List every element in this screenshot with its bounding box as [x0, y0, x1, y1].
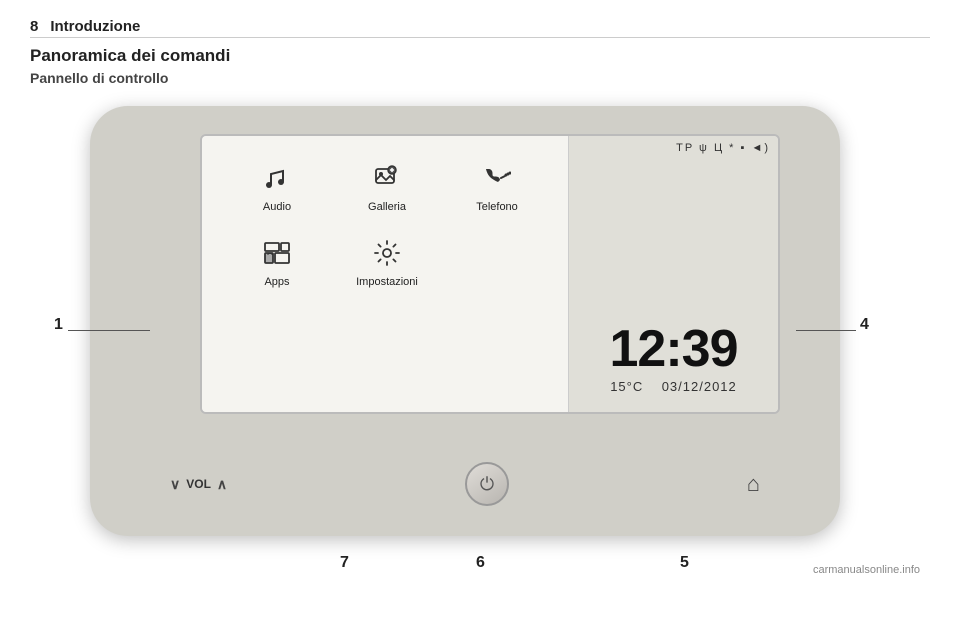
header: 8 Introduzione [30, 18, 930, 35]
device-illustration: 2 3 [40, 96, 920, 576]
device-body: Audio [90, 106, 840, 536]
home-button[interactable]: ⌂ [747, 471, 760, 497]
date-display: 03/12/2012 [662, 379, 737, 394]
vol-down-button[interactable]: ∨ [170, 476, 180, 493]
callout-7: 7 [340, 554, 349, 572]
callout-6: 6 [476, 554, 485, 572]
menu-item-apps[interactable]: Apps [222, 231, 332, 296]
apps-icon [263, 239, 291, 272]
vol-label: VOL [186, 477, 211, 491]
home-icon: ⌂ [747, 471, 760, 496]
header-divider [30, 37, 930, 38]
vol-section: ∨ VOL ∧ [170, 476, 227, 493]
page-number: 8 [30, 18, 38, 35]
power-icon: ⏻ [480, 474, 494, 495]
menu-grid: Audio [222, 156, 552, 296]
impostazioni-label: Impostazioni [356, 276, 418, 288]
telefono-icon [483, 164, 511, 197]
sub-title: Pannello di controllo [30, 70, 930, 86]
page: 8 Introduzione Panoramica dei comandi Pa… [0, 0, 960, 642]
menu-item-impostazioni[interactable]: Impostazioni [332, 231, 442, 296]
impostazioni-icon [373, 239, 401, 272]
callout-1-line [68, 330, 150, 331]
section-title: Panoramica dei comandi [30, 46, 930, 66]
menu-item-telefono[interactable]: Telefono [442, 156, 552, 221]
clock-info: 15°C 03/12/2012 [610, 379, 737, 394]
screen-right-panel: TP ψ Ц * ▪ ◄) 12:39 15°C 03/12/2012 [568, 136, 778, 412]
audio-icon [263, 164, 291, 197]
watermark: carmanualsonline.info [813, 564, 920, 576]
temperature-display: 15°C [610, 379, 643, 394]
callout-1: 1 [54, 316, 63, 334]
callout-4: 4 [860, 316, 869, 334]
status-bar: TP ψ Ц * ▪ ◄) [676, 142, 770, 154]
galleria-icon [373, 164, 401, 197]
vol-up-button[interactable]: ∧ [217, 476, 227, 493]
apps-label: Apps [264, 276, 289, 288]
telefono-label: Telefono [476, 201, 518, 213]
screen-left-panel: Audio [202, 136, 572, 412]
callout-5: 5 [680, 554, 689, 572]
power-button[interactable]: ⏻ [465, 462, 509, 506]
device-screen: Audio [200, 134, 780, 414]
chapter-title: Introduzione [50, 18, 140, 35]
menu-item-galleria[interactable]: Galleria [332, 156, 442, 221]
callout-4-line [796, 330, 856, 331]
menu-item-audio[interactable]: Audio [222, 156, 332, 221]
galleria-label: Galleria [368, 201, 406, 213]
bottom-controls: ∨ VOL ∧ ⏻ ⌂ [90, 462, 840, 506]
clock-display: 12:39 [610, 323, 738, 375]
audio-label: Audio [263, 201, 291, 213]
